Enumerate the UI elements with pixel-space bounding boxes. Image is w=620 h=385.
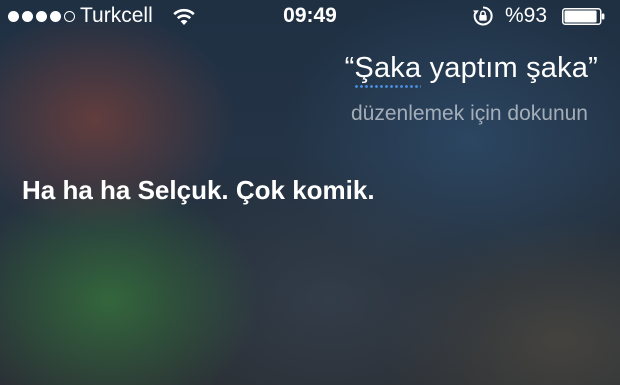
siri-user-query[interactable]: “Şaka yaptım şaka” (344, 52, 598, 88)
battery-percent: %93 (505, 4, 548, 27)
siri-screen: Turkcell 09:49 %93 “Şaka yaptım şaka” dü… (0, 0, 620, 385)
battery-icon (562, 8, 605, 25)
siri-response-text: Ha ha ha Selçuk. Çok komik. (22, 175, 375, 205)
tap-to-edit-hint[interactable]: düzenlemek için dokunun (351, 102, 588, 126)
correction-underline (354, 85, 422, 88)
quote-open-mark: “ (344, 52, 355, 84)
rotation-lock-icon (473, 6, 493, 26)
query-corrected-word[interactable]: Şaka (354, 52, 422, 88)
status-bar: Turkcell 09:49 %93 (0, 0, 620, 34)
query-rest-text: yaptım şaka” (421, 52, 598, 84)
